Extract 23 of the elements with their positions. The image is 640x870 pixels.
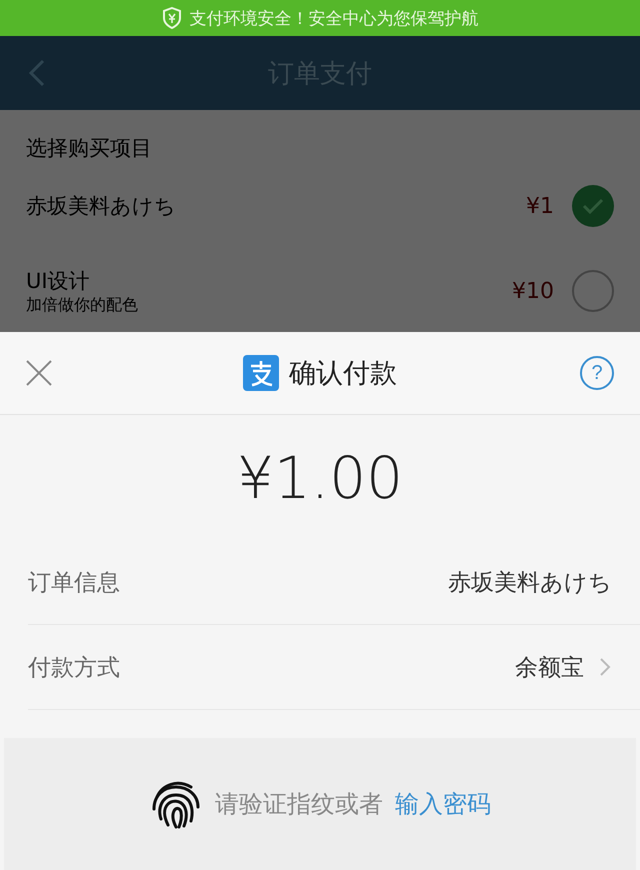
row-value: 赤坂美料あけち xyxy=(448,568,612,598)
item-name: 赤坂美料あけち xyxy=(26,193,176,220)
section-title: 选择购买项目 xyxy=(26,135,152,162)
logo-icon xyxy=(243,355,279,391)
row-value: 余额宝 xyxy=(515,654,584,682)
item-price: ¥10 xyxy=(512,278,554,304)
amount: ¥1.00 xyxy=(236,444,404,512)
select-checkbox[interactable] xyxy=(572,270,614,312)
verify-text: 请验证指纹或者 xyxy=(215,789,383,820)
help-button[interactable]: ? xyxy=(580,356,614,390)
row-label: 付款方式 xyxy=(28,654,121,682)
close-button[interactable] xyxy=(24,358,54,388)
info-row[interactable]: 付款方式 余额宝 xyxy=(28,625,640,710)
banner-text: 支付环境安全！安全中心为您保驾护航 xyxy=(190,8,478,30)
item-price: ¥1 xyxy=(526,194,554,218)
shield-icon xyxy=(162,7,182,29)
password-link[interactable]: 输入密码 xyxy=(395,788,491,820)
select-checkbox[interactable] xyxy=(572,185,614,227)
check-icon xyxy=(582,198,604,214)
item-subtitle: 加倍做你的配色 xyxy=(26,294,138,316)
item-name: UI设计 xyxy=(26,268,90,294)
row-label: 订单信息 xyxy=(28,568,121,598)
sheet-title: 确认付款 xyxy=(289,357,397,391)
